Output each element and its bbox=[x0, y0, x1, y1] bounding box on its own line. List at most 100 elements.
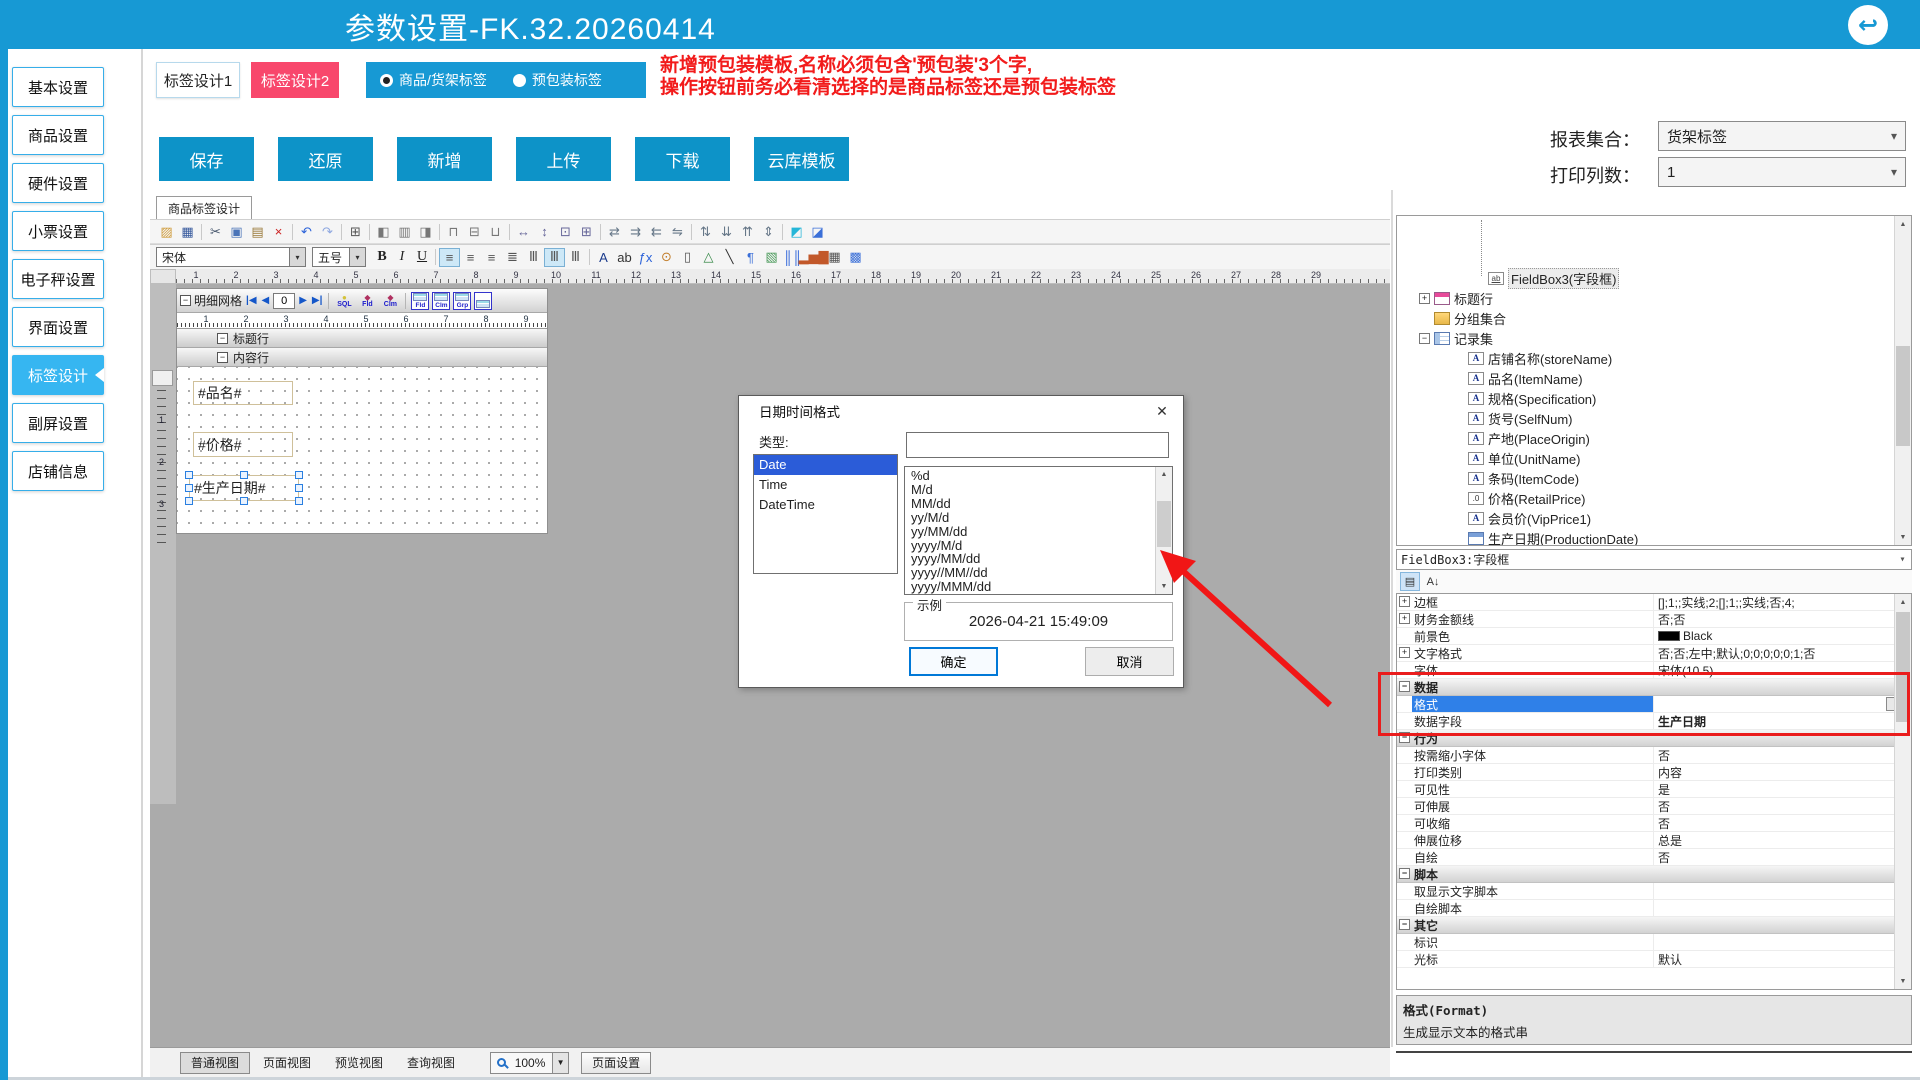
zoom-control[interactable]: 100% ▼ bbox=[490, 1052, 569, 1074]
vertical-text-center-icon[interactable]: Ⅲ bbox=[544, 248, 565, 267]
tree-item[interactable]: + 标题行 bbox=[1397, 288, 1893, 308]
paste-icon[interactable]: ▤ bbox=[247, 222, 268, 241]
back-button[interactable]: ↩ bbox=[1848, 5, 1888, 45]
tree-item[interactable]: − 记录集 bbox=[1397, 328, 1893, 348]
space-remove-v-icon[interactable]: ⇕ bbox=[758, 222, 779, 241]
sidebar-item[interactable]: 硬件设置 bbox=[12, 163, 104, 203]
resize-handle[interactable] bbox=[295, 497, 303, 505]
expand-icon[interactable] bbox=[1453, 433, 1464, 444]
space-decrease-v-icon[interactable]: ⇈ bbox=[737, 222, 758, 241]
font-color-icon[interactable]: A bbox=[593, 248, 614, 267]
format-scrollbar[interactable]: ▲ ▼ bbox=[1155, 467, 1172, 594]
expand-icon[interactable] bbox=[1453, 493, 1464, 504]
text-align-left-icon[interactable]: ≡ bbox=[439, 248, 460, 267]
vertical-text-right-icon[interactable]: Ⅲ bbox=[565, 248, 586, 267]
format-option[interactable]: yyyy/MMM/dd bbox=[911, 580, 1155, 594]
format-option[interactable]: yy/MM/dd bbox=[911, 525, 1155, 539]
separator[interactable] bbox=[198, 222, 205, 241]
sidebar-item[interactable]: 店铺信息 bbox=[12, 451, 104, 491]
property-row[interactable]: 字体 宋体(10.5) bbox=[1397, 662, 1911, 679]
page-number-tool-icon[interactable]: ▯ bbox=[677, 248, 698, 267]
tab-label-design-1[interactable]: 标签设计1 bbox=[156, 62, 240, 98]
label-type-radio[interactable]: 预包装标签 bbox=[513, 70, 602, 90]
sidebar-item[interactable]: 界面设置 bbox=[12, 307, 104, 347]
expand-icon[interactable]: + bbox=[1399, 613, 1410, 624]
tree-scrollbar[interactable]: ▲ ▼ bbox=[1894, 216, 1911, 545]
ok-button[interactable]: 确定 bbox=[909, 647, 998, 676]
cloud-template-button[interactable]: 云库模板 bbox=[754, 137, 849, 181]
field-production-date-selected[interactable]: #生产日期# bbox=[189, 475, 299, 501]
tree-item[interactable]: 产地(PlaceOrigin) bbox=[1397, 428, 1893, 448]
function-tool-icon[interactable]: ƒx bbox=[635, 248, 656, 267]
space-decrease-h-icon[interactable]: ⇇ bbox=[646, 222, 667, 241]
expand-icon[interactable] bbox=[1419, 313, 1430, 324]
shape-tool-icon[interactable]: △ bbox=[698, 248, 719, 267]
tab-label-design-2[interactable]: 标签设计2 bbox=[251, 62, 339, 98]
expand-icon[interactable] bbox=[1399, 715, 1410, 726]
space-increase-h-icon[interactable]: ⇉ bbox=[625, 222, 646, 241]
format-option[interactable]: yy/M/d bbox=[911, 511, 1155, 525]
property-row[interactable]: 取显示文字脚本 bbox=[1397, 883, 1911, 900]
field-price[interactable]: #价格# bbox=[193, 432, 293, 457]
property-scrollbar[interactable]: ▲ ▼ bbox=[1894, 594, 1911, 989]
property-row[interactable]: 数据字段 生产日期 bbox=[1397, 713, 1911, 730]
upload-button[interactable]: 上传 bbox=[516, 137, 611, 181]
next-record-icon[interactable]: ▶ bbox=[298, 295, 308, 306]
property-row[interactable]: − 数据 bbox=[1397, 679, 1911, 696]
tree-item[interactable]: 条码(ItemCode) bbox=[1397, 468, 1893, 488]
collapse-icon[interactable]: − bbox=[217, 352, 228, 363]
same-height-icon[interactable]: ↕ bbox=[534, 222, 555, 241]
print-columns-select[interactable]: 1 ▾ bbox=[1658, 157, 1906, 187]
undo-icon[interactable]: ↶ bbox=[296, 222, 317, 241]
selected-object-combo[interactable]: FieldBox3:字段框 ▾ bbox=[1396, 549, 1912, 570]
format-input[interactable] bbox=[906, 432, 1169, 458]
add-button[interactable]: 新增 bbox=[397, 137, 492, 181]
expand-icon[interactable] bbox=[1399, 800, 1410, 811]
space-remove-h-icon[interactable]: ⇋ bbox=[667, 222, 688, 241]
title-row-band[interactable]: − 标题行 bbox=[177, 329, 547, 348]
align-middle-icon[interactable]: ⊟ bbox=[464, 222, 485, 241]
format-option[interactable]: yyyy/MM/dd bbox=[911, 552, 1155, 566]
sidebar-item[interactable]: 小票设置 bbox=[12, 211, 104, 251]
tree-item[interactable]: 规格(Specification) bbox=[1397, 388, 1893, 408]
expand-icon[interactable] bbox=[1399, 851, 1410, 862]
property-row[interactable]: 打印类别 内容 bbox=[1397, 764, 1911, 781]
format-option[interactable]: MM/dd bbox=[911, 497, 1155, 511]
alphabetical-sort-icon[interactable]: A↓ bbox=[1423, 572, 1443, 591]
sidebar-item[interactable]: 标签设计 bbox=[12, 355, 104, 395]
cancel-button[interactable]: 取消 bbox=[1085, 647, 1174, 676]
tree-item[interactable]: 会员价(VipPrice1) bbox=[1397, 508, 1893, 528]
prev-record-icon[interactable]: ◀ bbox=[261, 295, 271, 306]
categorized-view-icon[interactable]: ▤ bbox=[1400, 572, 1420, 591]
cut-icon[interactable]: ✂ bbox=[205, 222, 226, 241]
snap-grid-icon[interactable]: ⊞ bbox=[345, 222, 366, 241]
richtext-tool-icon[interactable]: ¶ bbox=[740, 248, 761, 267]
send-to-back-icon[interactable]: ◪ bbox=[807, 222, 828, 241]
expand-icon[interactable] bbox=[1453, 513, 1464, 524]
expand-icon[interactable] bbox=[1399, 953, 1410, 964]
same-width-icon[interactable]: ↔ bbox=[513, 222, 534, 241]
expand-icon[interactable] bbox=[1453, 373, 1464, 384]
expand-icon[interactable]: − bbox=[1399, 919, 1410, 930]
property-row[interactable]: 按需缩小字体 否 bbox=[1397, 747, 1911, 764]
space-across-icon[interactable]: ⇄ bbox=[604, 222, 625, 241]
download-button[interactable]: 下载 bbox=[635, 137, 730, 181]
property-row[interactable]: 可伸展 否 bbox=[1397, 798, 1911, 815]
italic-icon[interactable]: I bbox=[392, 248, 412, 267]
property-row[interactable]: 自绘脚本 bbox=[1397, 900, 1911, 917]
type-option[interactable]: Date bbox=[754, 455, 897, 475]
property-row[interactable]: − 行为 bbox=[1397, 730, 1911, 747]
tree-item[interactable]: 价格(RetailPrice) bbox=[1397, 488, 1893, 508]
expand-icon[interactable]: − bbox=[1399, 868, 1410, 879]
copy-icon[interactable]: ▣ bbox=[226, 222, 247, 241]
expand-icon[interactable] bbox=[1453, 413, 1464, 424]
property-row[interactable]: 自绘 否 bbox=[1397, 849, 1911, 866]
expand-icon[interactable]: − bbox=[1399, 732, 1410, 743]
save-button[interactable]: 保存 bbox=[159, 137, 254, 181]
record-number-input[interactable] bbox=[273, 293, 295, 309]
align-right-icon[interactable]: ◨ bbox=[415, 222, 436, 241]
separator[interactable] bbox=[289, 222, 296, 241]
expand-icon[interactable] bbox=[1453, 473, 1464, 484]
table-tool-icon[interactable]: ▦ bbox=[824, 248, 845, 267]
expand-icon[interactable] bbox=[1453, 353, 1464, 364]
